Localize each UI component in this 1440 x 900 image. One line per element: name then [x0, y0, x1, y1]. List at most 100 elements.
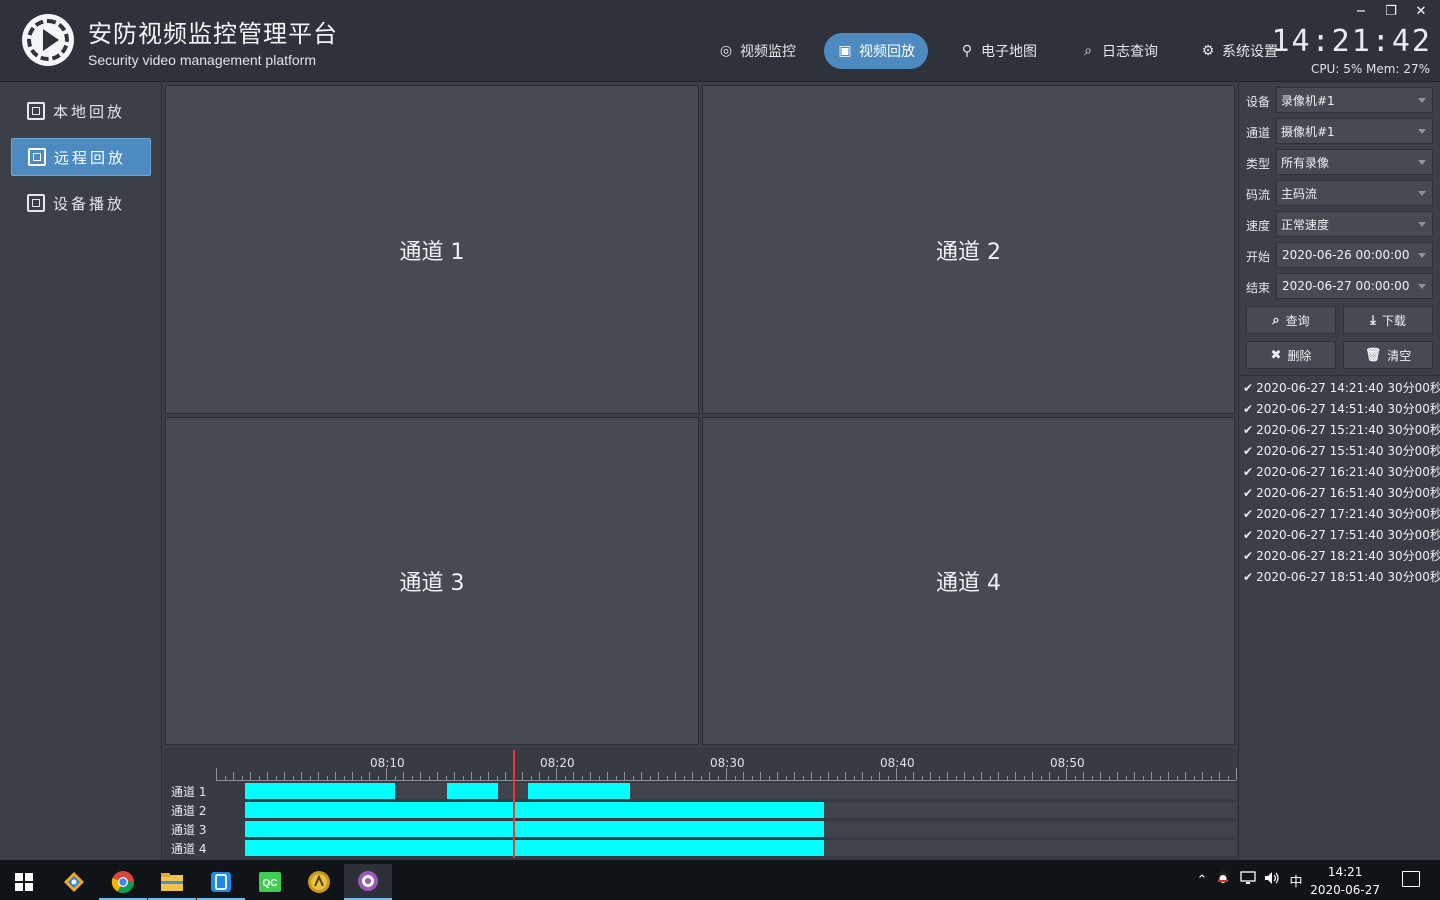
clear-button[interactable]: 🗑 清空	[1343, 341, 1433, 369]
playback-timeline[interactable]: 通道 1 通道 2 通道 3 通道 4 08:10 08:20 08:30 08:40…	[163, 748, 1238, 860]
tray-icons: ⌃ 中	[1194, 860, 1308, 900]
map-person-icon: ⚲	[961, 43, 973, 59]
timeline-tick	[267, 772, 268, 780]
phone-app-icon[interactable]	[197, 864, 245, 900]
record-list-item[interactable]: ✔ 2020-06-27 16:21:40 30分00秒	[1243, 463, 1440, 480]
check-icon: ✔	[1243, 527, 1254, 542]
minimize-icon[interactable]: −	[1352, 4, 1370, 19]
sidebar-item-device-playback[interactable]: 设备播放	[11, 184, 151, 222]
timeline-tick	[1100, 772, 1101, 780]
chat-app-icon[interactable]	[344, 864, 392, 900]
record-label: 2020-06-27 14:21:40 30分00秒	[1256, 381, 1440, 395]
download-button[interactable]: ⤓ 下载	[1343, 306, 1433, 334]
restore-icon[interactable]: ❐	[1382, 4, 1400, 19]
end-label: 结束	[1246, 281, 1271, 295]
nav-video-playback[interactable]: ▣ 视频回放	[824, 33, 928, 69]
chevron-down-icon	[1418, 129, 1426, 134]
chevron-up-icon[interactable]: ⌃	[1194, 873, 1210, 888]
record-list-item[interactable]: ✔ 2020-06-27 15:51:40 30分00秒	[1243, 442, 1440, 459]
cpu-mem-status: CPU: 5% Mem: 27%	[1310, 62, 1430, 76]
record-list-item[interactable]: ✔ 2020-06-27 14:51:40 30分00秒	[1243, 400, 1440, 417]
nav-electronic-map[interactable]: ⚲ 电子地图	[946, 33, 1050, 69]
clock-display: 14:21:42	[1271, 24, 1432, 59]
close-icon[interactable]: ✕	[1412, 4, 1430, 19]
video-window-1[interactable]: 通道 1	[165, 85, 699, 414]
record-list-item[interactable]: ✔ 2020-06-27 14:21:40 30分00秒	[1243, 379, 1440, 396]
git-icon[interactable]	[50, 864, 98, 900]
check-icon: ✔	[1243, 506, 1254, 521]
timeline-channel-label: 通道 3	[171, 823, 207, 837]
playback-cursor[interactable]	[512, 750, 515, 858]
start-datetime-input[interactable]: 2020-06-26 00:00:00	[1276, 242, 1433, 268]
record-list-item[interactable]: ✔ 2020-06-27 17:21:40 30分00秒	[1243, 505, 1440, 522]
taskbar-clock[interactable]: 14:21 2020-06-27	[1310, 863, 1380, 899]
device-select-value: 录像机#1	[1281, 93, 1335, 108]
nav-log-query[interactable]: ⌕ 日志查询	[1067, 33, 1171, 69]
clear-button-label: 清空	[1387, 348, 1412, 363]
ime-indicator[interactable]: 中	[1284, 871, 1308, 890]
type-select-value: 所有录像	[1281, 155, 1330, 170]
foobar-icon[interactable]	[295, 864, 343, 900]
video-window-4[interactable]: 通道 4	[702, 417, 1235, 745]
windows-start-icon[interactable]	[0, 864, 48, 900]
sidebar-item-remote-playback[interactable]: 远程回放	[11, 138, 151, 176]
sidebar-item-local-playback[interactable]: 本地回放	[11, 92, 151, 130]
timeline-tick	[1185, 772, 1186, 780]
type-select[interactable]: 所有录像	[1276, 149, 1433, 175]
volume-icon[interactable]	[1260, 871, 1284, 889]
film-icon: ▣	[838, 43, 852, 59]
notification-icon[interactable]	[1402, 871, 1420, 887]
stream-select[interactable]: 主码流	[1276, 180, 1433, 206]
timeline-tick	[1049, 772, 1050, 780]
video-channel-label: 通道 4	[936, 571, 1001, 596]
record-list-item[interactable]: ✔ 2020-06-27 18:21:40 30分00秒	[1243, 547, 1440, 564]
nav-label: 系统设置	[1222, 44, 1278, 60]
recording-segment[interactable]	[447, 783, 499, 799]
timeline-tick	[1032, 772, 1033, 780]
network-icon[interactable]	[1236, 871, 1260, 889]
timeline-tick	[777, 772, 778, 780]
nav-label: 视频回放	[859, 44, 915, 60]
qt-creator-icon[interactable]: QC	[246, 864, 294, 900]
channel-label: 通道	[1246, 126, 1271, 140]
start-label: 开始	[1246, 250, 1271, 264]
webcam-icon: ◎	[719, 43, 733, 59]
qq-icon[interactable]	[1210, 870, 1236, 890]
file-explorer-icon[interactable]	[148, 864, 196, 900]
record-list-item[interactable]: ✔ 2020-06-27 18:51:40 30分00秒	[1243, 568, 1440, 585]
recording-segment[interactable]	[244, 783, 395, 799]
recording-segment[interactable]	[528, 783, 631, 799]
record-list-item[interactable]: ✔ 2020-06-27 17:51:40 30分00秒	[1243, 526, 1440, 543]
timeline-tick	[301, 772, 302, 780]
record-list-item[interactable]: ✔ 2020-06-27 15:21:40 30分00秒	[1243, 421, 1440, 438]
device-select[interactable]: 录像机#1	[1276, 87, 1433, 113]
nav-video-monitor[interactable]: ◎ 视频监控	[705, 33, 809, 69]
device-label: 设备	[1246, 95, 1271, 109]
video-window-3[interactable]: 通道 3	[165, 417, 699, 745]
record-list-item[interactable]: ✔ 2020-06-27 16:51:40 30分00秒	[1243, 484, 1440, 501]
recording-segment[interactable]	[244, 840, 825, 856]
chevron-down-icon	[1418, 160, 1426, 165]
local-file-icon	[27, 102, 45, 120]
recording-segment[interactable]	[244, 802, 825, 818]
delete-button[interactable]: ✖ 删除	[1246, 341, 1336, 369]
video-window-2[interactable]: 通道 2	[702, 85, 1235, 414]
query-panel: 设备 录像机#1 通道 摄像机#1 类型 所有录像 码流 主码流 速度 正常速度…	[1238, 83, 1440, 860]
timeline-tick-label: 08:10	[370, 756, 405, 770]
sidebar-item-label: 设备播放	[53, 194, 126, 213]
record-label: 2020-06-27 14:51:40 30分00秒	[1256, 402, 1440, 416]
timeline-tick	[1219, 772, 1220, 780]
timeline-tick	[471, 772, 472, 780]
end-datetime-input[interactable]: 2020-06-27 00:00:00	[1276, 273, 1433, 299]
timeline-tick	[1236, 768, 1237, 780]
speed-select[interactable]: 正常速度	[1276, 211, 1433, 237]
recording-segment[interactable]	[244, 821, 825, 837]
timeline-row[interactable]	[247, 783, 1237, 799]
timeline-tick	[420, 772, 421, 780]
record-label: 2020-06-27 17:51:40 30分00秒	[1256, 528, 1440, 542]
chrome-icon[interactable]	[99, 864, 147, 900]
gears-icon: ⚙	[1201, 43, 1215, 59]
channel-select[interactable]: 摄像机#1	[1276, 118, 1433, 144]
video-channel-label: 通道 2	[936, 239, 1001, 265]
query-button[interactable]: ⌕ 查询	[1246, 306, 1336, 334]
